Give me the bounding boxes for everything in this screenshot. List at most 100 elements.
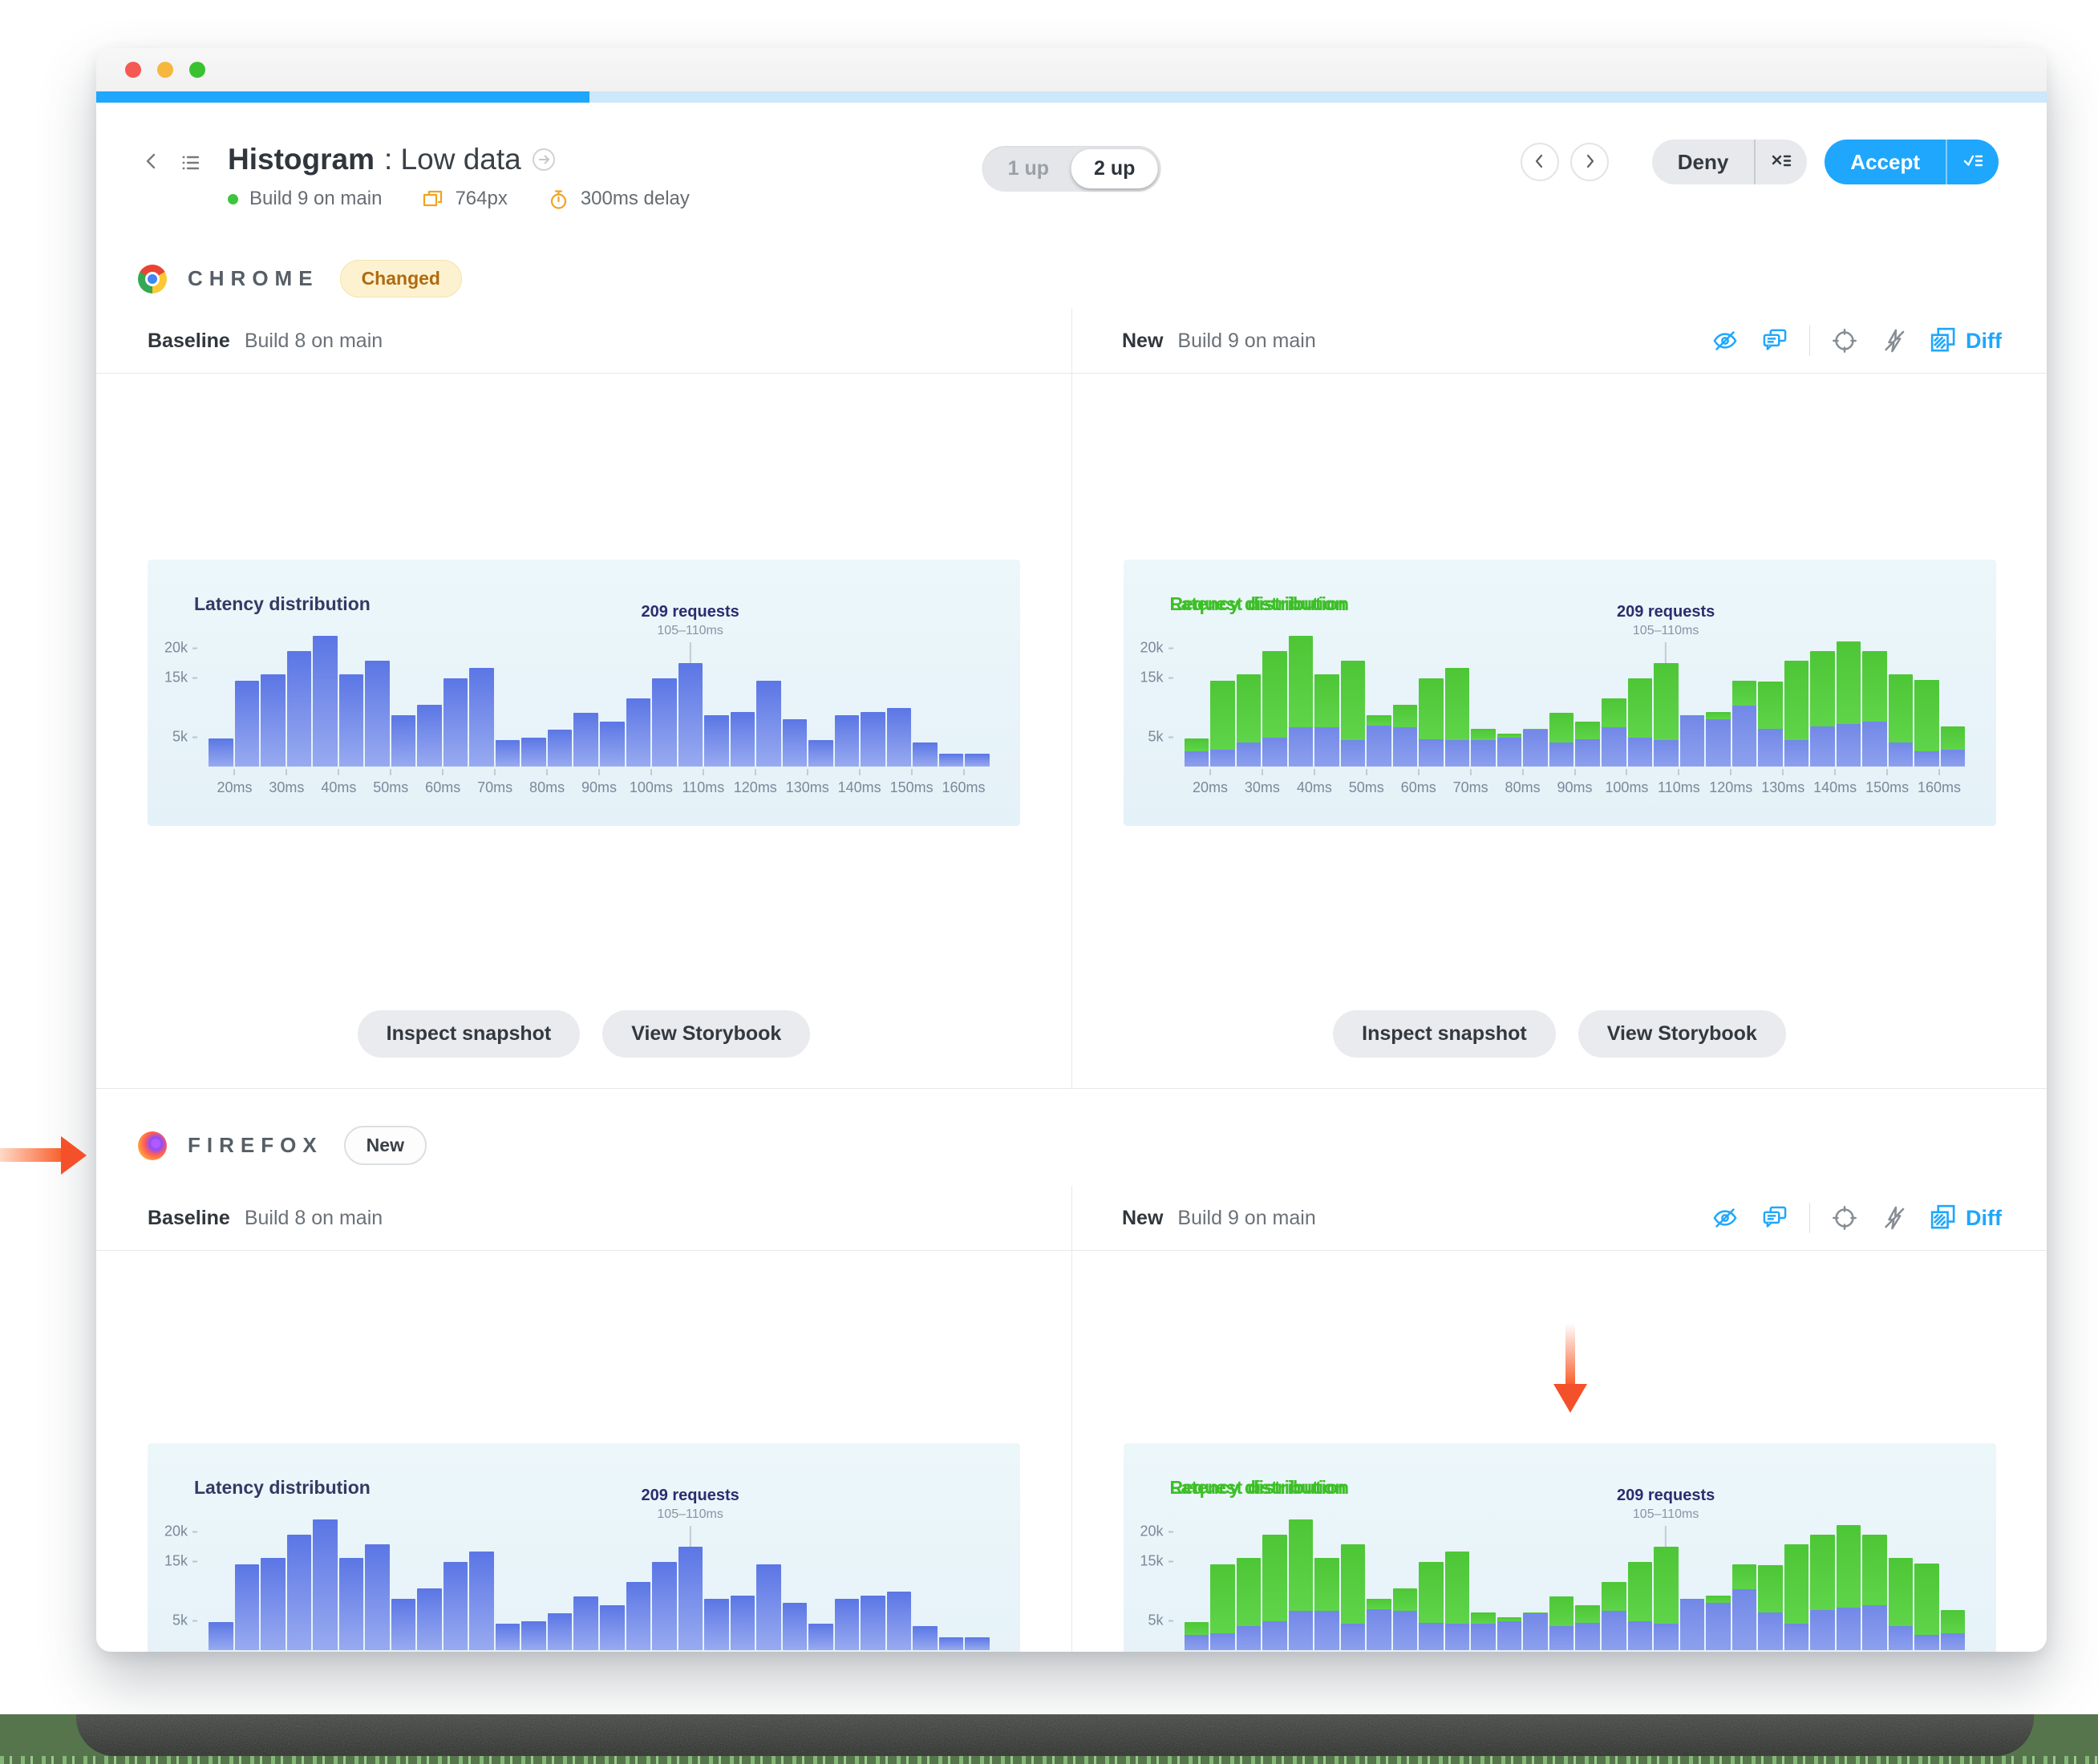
x-tick bbox=[1938, 769, 1941, 775]
interactions-off-button[interactable] bbox=[1879, 326, 1910, 356]
accept-batch-button[interactable] bbox=[1946, 140, 1999, 184]
inspect-snapshot-button[interactable]: Inspect snapshot bbox=[357, 1010, 581, 1058]
permalink-icon[interactable] bbox=[531, 147, 557, 172]
chrome-logo-icon bbox=[138, 264, 167, 293]
histogram-bar bbox=[886, 1507, 912, 1650]
histogram-bar bbox=[417, 1507, 442, 1650]
histogram-bar bbox=[338, 1507, 364, 1650]
page-title: Histogram : Low data bbox=[228, 143, 690, 176]
focus-button[interactable] bbox=[1829, 1203, 1860, 1233]
histogram-bar bbox=[1288, 1507, 1314, 1650]
new-snapshot-diff-chart: Latency distribution Request distribution… bbox=[1123, 1443, 1996, 1652]
interactions-off-button[interactable] bbox=[1879, 1203, 1910, 1233]
histogram-bar bbox=[261, 624, 286, 767]
histogram-bar bbox=[1731, 1507, 1757, 1650]
fullscreen-window-icon[interactable] bbox=[189, 62, 205, 78]
histogram-bar bbox=[1444, 1507, 1470, 1650]
histogram-bar bbox=[861, 1507, 885, 1650]
comment-icon bbox=[1761, 1206, 1788, 1234]
status-badge-changed: Changed bbox=[339, 260, 462, 297]
histogram-bar bbox=[547, 1507, 573, 1650]
histogram-bar bbox=[1392, 624, 1418, 767]
baseline-snapshot-chart: Latency distribution 5k 15k 20k 20ms 30ms 40ms… bbox=[148, 560, 1020, 826]
x-tick bbox=[910, 769, 913, 775]
diff-label: Diff bbox=[1966, 1205, 2002, 1230]
accept-button[interactable]: Accept bbox=[1825, 140, 1946, 184]
histogram-bar bbox=[469, 1507, 494, 1650]
histogram-bar bbox=[1888, 1507, 1914, 1650]
eye-off-icon bbox=[1711, 331, 1739, 357]
histogram-bar bbox=[1523, 624, 1548, 767]
histogram-bar bbox=[1471, 1507, 1496, 1650]
view-storybook-button[interactable]: View Storybook bbox=[1578, 1010, 1786, 1058]
minimize-window-icon[interactable] bbox=[157, 62, 173, 78]
x-tick-label: 120ms bbox=[1709, 779, 1753, 795]
x-tick-label: 70ms bbox=[1452, 779, 1488, 795]
close-window-icon[interactable] bbox=[125, 62, 141, 78]
x-tick bbox=[650, 769, 652, 775]
back-button[interactable] bbox=[138, 148, 165, 175]
focus-button[interactable] bbox=[1829, 326, 1860, 356]
accept-split-button: Accept bbox=[1825, 140, 1999, 184]
histogram-bar bbox=[1914, 1507, 1939, 1650]
chevron-left-icon bbox=[1531, 152, 1549, 172]
chevron-left-icon bbox=[141, 153, 162, 174]
y-tick-label: 15k bbox=[1135, 1552, 1173, 1569]
progress-bar bbox=[96, 91, 2047, 103]
deny-button[interactable]: Deny bbox=[1652, 140, 1755, 184]
histogram-bar bbox=[1497, 624, 1522, 767]
diff-icon bbox=[1929, 1203, 1958, 1234]
histogram-bar bbox=[1367, 624, 1391, 767]
x-tick-label: 40ms bbox=[1296, 779, 1332, 795]
y-tick-label: 15k bbox=[1135, 669, 1173, 686]
x-tick-label: 30ms bbox=[1244, 779, 1280, 795]
histogram-bar bbox=[1314, 1507, 1339, 1650]
x-tick-label: 20ms bbox=[1192, 779, 1228, 795]
histogram-bar bbox=[1940, 1507, 1966, 1650]
chart-title: Latency distribution Request distribution bbox=[1169, 593, 1350, 614]
histogram-bar bbox=[209, 624, 233, 767]
build-status-icon bbox=[228, 193, 238, 204]
histogram-bar bbox=[1392, 1507, 1418, 1650]
histogram-bar bbox=[808, 624, 833, 767]
histogram-bar bbox=[313, 1507, 338, 1650]
histogram-bar bbox=[1419, 1507, 1444, 1650]
list-icon bbox=[180, 156, 202, 176]
histogram-bar bbox=[338, 624, 364, 767]
histogram-bar bbox=[521, 624, 546, 767]
toggle-1up-button[interactable]: 1 up bbox=[986, 149, 1071, 188]
diff-toggle-button[interactable]: Diff bbox=[1929, 1203, 2002, 1234]
x-tick-label: 140ms bbox=[837, 779, 881, 795]
x-tick bbox=[1417, 769, 1420, 775]
chart-annotation: 209 requests 105–110ms bbox=[1617, 603, 1715, 663]
chart-annotation: 209 requests 105–110ms bbox=[641, 603, 739, 663]
app-window: Histogram : Low data Build 9 on main 764… bbox=[96, 48, 2047, 1652]
comment-button[interactable] bbox=[1760, 326, 1790, 356]
hide-snapshot-button[interactable] bbox=[1710, 1203, 1740, 1233]
histogram-bar bbox=[1419, 624, 1444, 767]
x-list-icon bbox=[1770, 150, 1792, 175]
histogram-bar bbox=[391, 624, 416, 767]
x-tick-label: 110ms bbox=[1658, 779, 1700, 795]
browser-name: CHROME bbox=[188, 266, 319, 290]
x-tick bbox=[1469, 769, 1472, 775]
comment-button[interactable] bbox=[1760, 1203, 1790, 1233]
story-list-button[interactable] bbox=[176, 148, 205, 176]
new-label: New bbox=[1122, 329, 1164, 352]
inspect-snapshot-button[interactable]: Inspect snapshot bbox=[1333, 1010, 1556, 1058]
browser-name: FIREFOX bbox=[188, 1133, 323, 1157]
deny-batch-button[interactable] bbox=[1754, 140, 1807, 184]
view-storybook-button[interactable]: View Storybook bbox=[602, 1010, 811, 1058]
x-tick bbox=[598, 769, 600, 775]
histogram-bar bbox=[1575, 1507, 1600, 1650]
hide-snapshot-button[interactable] bbox=[1710, 326, 1740, 356]
diff-toggle-button[interactable]: Diff bbox=[1929, 326, 2002, 357]
y-tick-label: 20k bbox=[159, 1523, 197, 1539]
bolt-off-icon bbox=[1881, 1206, 1908, 1234]
histogram-bar bbox=[1836, 1507, 1861, 1650]
y-tick-label: 15k bbox=[159, 1552, 197, 1569]
next-change-button[interactable] bbox=[1569, 143, 1609, 181]
previous-change-button[interactable] bbox=[1520, 143, 1559, 181]
x-tick bbox=[1730, 769, 1732, 775]
toggle-2up-button[interactable]: 2 up bbox=[1071, 149, 1158, 188]
